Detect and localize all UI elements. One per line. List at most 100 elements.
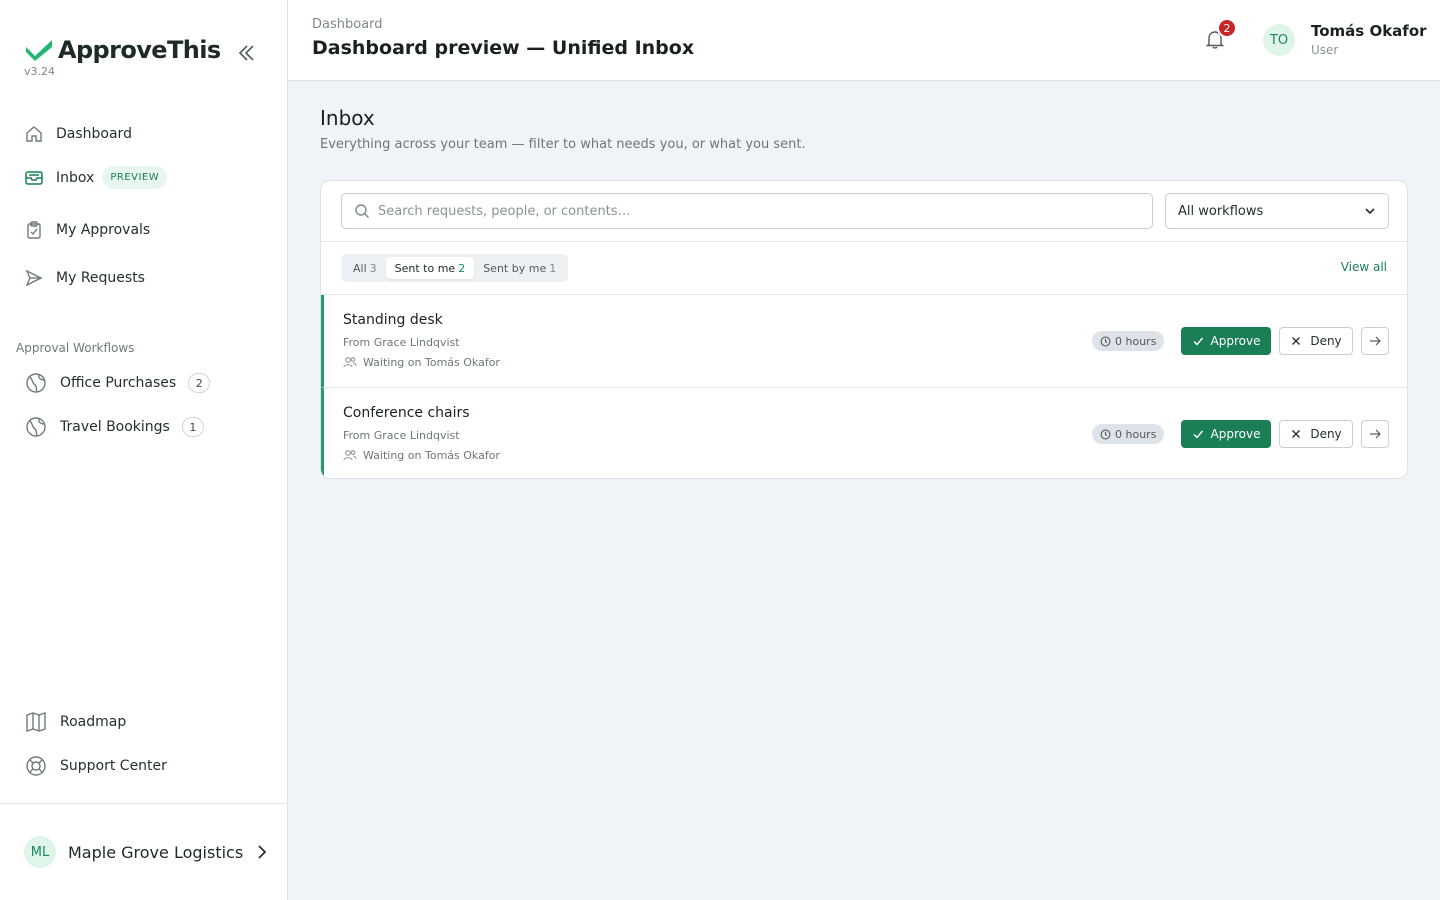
page-title: Dashboard preview — Unified Inbox bbox=[312, 37, 695, 59]
section-label-workflows: Approval Workflows bbox=[16, 341, 135, 355]
sidebar-item-my-requests[interactable]: My Requests bbox=[24, 268, 145, 288]
org-avatar: ML bbox=[24, 836, 56, 868]
org-name: Maple Grove Logistics bbox=[68, 842, 244, 862]
clock-icon bbox=[1100, 429, 1111, 439]
sidebar-divider bbox=[0, 803, 288, 804]
sidebar-item-label: My Approvals bbox=[56, 222, 151, 238]
workflow-filter-value: All workflows bbox=[1178, 203, 1264, 219]
approve-button[interactable]: Approve bbox=[1181, 420, 1271, 448]
approve-label: Approve bbox=[1210, 427, 1261, 441]
sidebar-item-label: Inbox bbox=[56, 169, 95, 186]
globe-icon bbox=[26, 373, 46, 393]
logo-check-icon bbox=[26, 40, 52, 61]
check-icon bbox=[1193, 337, 1203, 346]
app-version: v3.24 bbox=[24, 65, 56, 78]
arrow-right-icon bbox=[1370, 336, 1381, 346]
view-all-link[interactable]: View all bbox=[1341, 260, 1387, 274]
user-role: User bbox=[1311, 43, 1339, 57]
notification-count-badge: 2 bbox=[1217, 18, 1237, 38]
chevron-right-icon bbox=[258, 845, 267, 859]
request-row[interactable]: Standing desk From Grace Lindqvist Waiti… bbox=[321, 295, 1407, 388]
tab-count: 2 bbox=[458, 261, 466, 275]
tab-count: 1 bbox=[549, 261, 557, 275]
sidebar-item-support-center[interactable]: Support Center bbox=[24, 754, 167, 778]
user-avatar[interactable]: TO bbox=[1263, 24, 1295, 56]
age-badge: 0 hours bbox=[1092, 331, 1165, 351]
request-waiting: Waiting on Tomás Okafor bbox=[343, 355, 500, 369]
workflow-count-badge: 2 bbox=[188, 373, 211, 393]
app-name: ApproveThis bbox=[58, 36, 221, 64]
sidebar-item-dashboard[interactable]: Dashboard bbox=[24, 124, 132, 144]
preview-badge: PREVIEW bbox=[102, 166, 168, 189]
search-box[interactable] bbox=[341, 193, 1153, 229]
breadcrumb[interactable]: Dashboard bbox=[312, 17, 383, 32]
lifebuoy-icon bbox=[26, 756, 46, 776]
workflow-count-badge: 1 bbox=[181, 417, 204, 437]
sidebar-item-inbox[interactable]: Inbox PREVIEW bbox=[24, 166, 168, 189]
user-name[interactable]: Tomás Okafor bbox=[1311, 22, 1427, 40]
deny-label: Deny bbox=[1310, 334, 1342, 348]
request-from: From Grace Lindqvist bbox=[343, 336, 460, 349]
chevron-down-icon bbox=[1365, 208, 1375, 215]
request-waiting: Waiting on Tomás Okafor bbox=[343, 448, 500, 462]
close-icon bbox=[1292, 337, 1301, 345]
inbox-subtitle: Everything across your team — filter to … bbox=[320, 137, 806, 152]
tab-label: Sent to me bbox=[394, 261, 456, 275]
clock-icon bbox=[1100, 336, 1111, 346]
workflow-filter-select[interactable]: All workflows bbox=[1165, 193, 1389, 229]
organization-switcher[interactable]: ML Maple Grove Logistics bbox=[24, 836, 269, 868]
sidebar-item-label: Support Center bbox=[60, 758, 167, 774]
open-request-button[interactable] bbox=[1361, 420, 1389, 448]
sidebar-item-travel-bookings[interactable]: Travel Bookings 1 bbox=[24, 415, 204, 439]
inbox-card: All workflows All 3 Sent to me 2 Sent by… bbox=[320, 180, 1408, 479]
approve-label: Approve bbox=[1210, 334, 1261, 348]
app-logo[interactable]: ApproveThis bbox=[24, 36, 221, 64]
deny-label: Deny bbox=[1310, 427, 1342, 441]
tab-label: Sent by me bbox=[483, 261, 547, 275]
check-icon bbox=[1193, 430, 1203, 439]
tab-sent-to-me[interactable]: Sent to me 2 bbox=[385, 257, 475, 279]
arrow-right-icon bbox=[1370, 429, 1381, 439]
age-text: 0 hours bbox=[1115, 427, 1157, 441]
request-title[interactable]: Conference chairs bbox=[343, 405, 470, 421]
sidebar-item-label: My Requests bbox=[56, 270, 145, 286]
top-header: Dashboard Dashboard preview — Unified In… bbox=[288, 0, 1440, 81]
sidebar-item-label: Travel Bookings bbox=[60, 419, 170, 435]
deny-button[interactable]: Deny bbox=[1279, 327, 1353, 355]
approve-button[interactable]: Approve bbox=[1181, 327, 1271, 355]
users-icon bbox=[343, 357, 357, 368]
sidebar-item-label: Dashboard bbox=[56, 126, 132, 142]
request-row[interactable]: Conference chairs From Grace Lindqvist W… bbox=[321, 387, 1407, 478]
send-icon bbox=[25, 269, 43, 287]
request-title[interactable]: Standing desk bbox=[343, 312, 443, 328]
home-icon bbox=[26, 126, 42, 142]
request-waiting-text: Waiting on Tomás Okafor bbox=[363, 355, 500, 369]
card-divider bbox=[321, 241, 1407, 242]
sidebar-item-label: Roadmap bbox=[60, 714, 127, 730]
request-from: From Grace Lindqvist bbox=[343, 429, 460, 442]
inbox-heading: Inbox bbox=[320, 106, 375, 130]
sidebar-item-office-purchases[interactable]: Office Purchases 2 bbox=[24, 371, 211, 395]
close-icon bbox=[1292, 430, 1301, 438]
sidebar-item-my-approvals[interactable]: My Approvals bbox=[24, 220, 150, 240]
sidebar: ApproveThis v3.24 Dashboard Inbox PREVIE… bbox=[0, 0, 288, 900]
inbox-icon bbox=[25, 170, 43, 185]
age-badge: 0 hours bbox=[1092, 424, 1165, 444]
open-request-button[interactable] bbox=[1361, 327, 1389, 355]
age-text: 0 hours bbox=[1115, 334, 1157, 348]
tab-all[interactable]: All 3 bbox=[344, 257, 386, 279]
search-input[interactable] bbox=[378, 203, 1138, 219]
globe-icon bbox=[26, 417, 46, 437]
inbox-filter-tabs: All 3 Sent to me 2 Sent by me 1 bbox=[341, 254, 569, 282]
search-icon bbox=[355, 204, 369, 218]
sidebar-item-label: Office Purchases bbox=[60, 375, 177, 391]
collapse-sidebar-icon[interactable] bbox=[236, 42, 258, 64]
request-waiting-text: Waiting on Tomás Okafor bbox=[363, 448, 500, 462]
sidebar-item-roadmap[interactable]: Roadmap bbox=[24, 710, 126, 734]
users-icon bbox=[343, 450, 357, 461]
map-icon bbox=[26, 712, 46, 732]
clipboard-icon bbox=[27, 221, 41, 239]
tab-sent-by-me[interactable]: Sent by me 1 bbox=[474, 257, 565, 279]
tab-label: All bbox=[353, 261, 367, 275]
deny-button[interactable]: Deny bbox=[1279, 420, 1353, 448]
